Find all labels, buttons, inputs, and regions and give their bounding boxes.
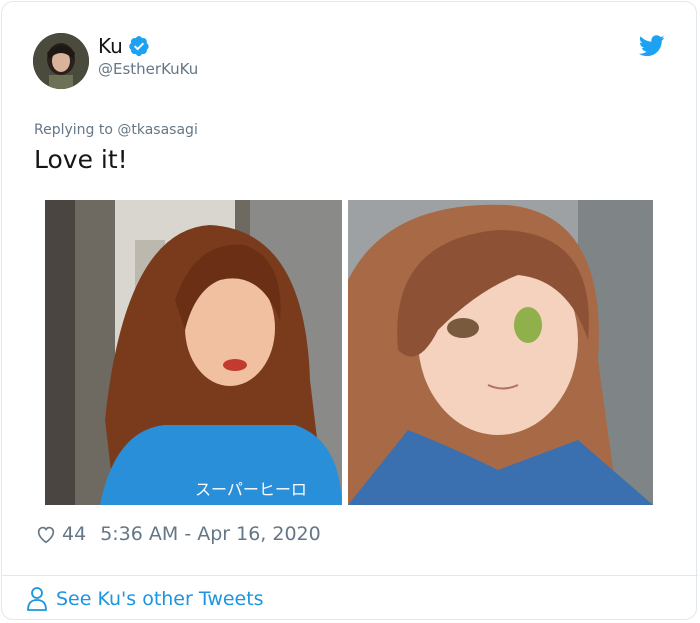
divider bbox=[2, 575, 698, 576]
person-icon bbox=[27, 587, 47, 611]
see-other-tweets-label[interactable]: See Ku's other Tweets bbox=[56, 588, 264, 610]
tweet-text: Love it! bbox=[34, 145, 128, 174]
author-name[interactable]: Ku bbox=[98, 34, 150, 58]
avatar[interactable] bbox=[33, 33, 89, 89]
replying-to[interactable]: Replying to @tkasasagi bbox=[34, 122, 198, 138]
avatar-image bbox=[33, 33, 89, 89]
photo-real-image: スーパーヒーロ bbox=[45, 200, 342, 505]
verified-badge-icon bbox=[129, 36, 149, 57]
photo-anime-image bbox=[348, 200, 653, 505]
tweet-card: Ku @EstherKuKu Replying to @tkasasagi Lo… bbox=[1, 1, 698, 620]
tweet-meta: 44 5:36 AM - Apr 16, 2020 bbox=[35, 523, 321, 545]
timestamp[interactable]: 5:36 AM - Apr 16, 2020 bbox=[100, 523, 321, 545]
shirt-text: スーパーヒーロ bbox=[195, 480, 307, 499]
photo-real[interactable]: スーパーヒーロ bbox=[45, 200, 342, 505]
author-name-text[interactable]: Ku bbox=[98, 34, 123, 58]
twitter-bird-icon[interactable] bbox=[639, 34, 665, 58]
heart-icon[interactable] bbox=[35, 523, 57, 545]
author-handle[interactable]: @EstherKuKu bbox=[98, 60, 198, 78]
tweet-media[interactable]: スーパーヒーロ bbox=[45, 200, 653, 505]
like-count[interactable]: 44 bbox=[62, 523, 86, 545]
photo-anime[interactable] bbox=[348, 200, 653, 505]
see-other-tweets-link[interactable]: See Ku's other Tweets bbox=[26, 586, 264, 612]
